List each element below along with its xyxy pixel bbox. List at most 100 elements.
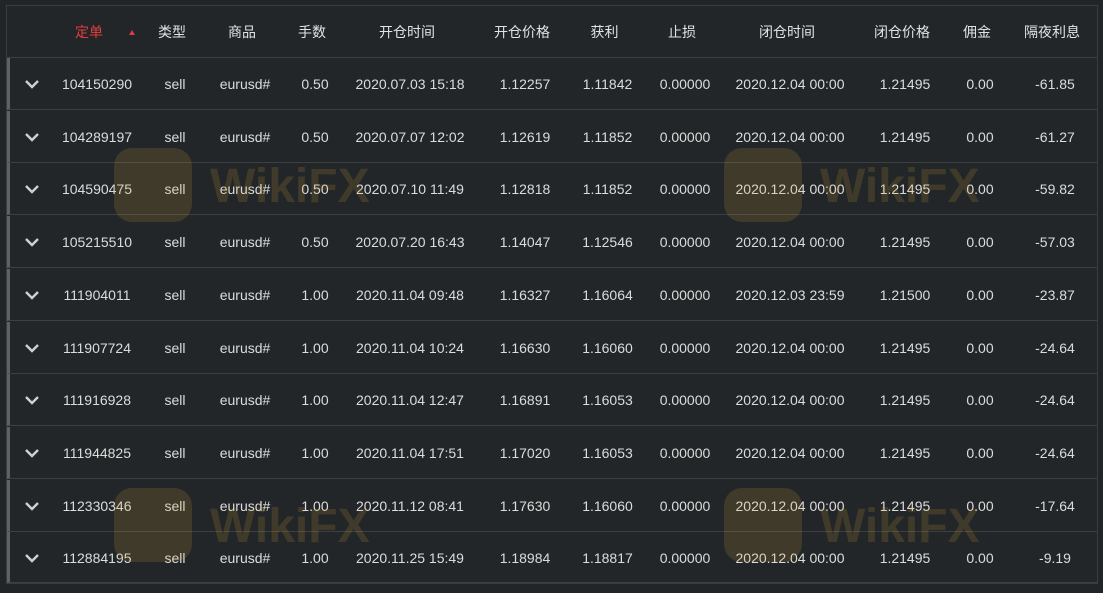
cell-profit: 1.18817 (582, 550, 633, 567)
chevron-down-icon[interactable] (24, 445, 40, 461)
cell-open-time: 2020.07.03 15:18 (355, 76, 465, 92)
cell-open-time: 2020.07.10 11:49 (356, 181, 464, 198)
chevron-down-icon[interactable] (24, 550, 40, 566)
cell-open-time: 2020.11.04 10:24 (356, 339, 464, 356)
column-header-order[interactable]: 定单 (67, 6, 111, 58)
cell-open-price: 1.16891 (499, 392, 551, 409)
cell-lots: 1.00 (301, 550, 329, 567)
cell-symbol: eurusd# (219, 181, 271, 198)
cell-order: 104150290 (61, 76, 133, 92)
chevron-down-icon[interactable] (24, 287, 40, 303)
chevron-down-icon[interactable] (24, 181, 40, 197)
column-header-symbol[interactable]: 商品 (207, 6, 277, 58)
cell-close-price: 1.21495 (879, 181, 931, 198)
column-header-close-time[interactable]: 闭仓时间 (722, 6, 852, 58)
cell-order: 104289197 (61, 128, 133, 145)
table-row[interactable]: 104150290 sell eurusd# 0.50 2020.07.03 1… (7, 58, 1097, 110)
cell-open-price: 1.18984 (499, 550, 551, 567)
column-header-type[interactable]: 类型 (147, 6, 197, 58)
table-row[interactable]: 104590475 sell eurusd# 0.50 2020.07.10 1… (7, 163, 1097, 216)
cell-close-time: 2020.12.04 00:00 (735, 444, 845, 461)
cell-open-price: 1.14047 (499, 234, 551, 251)
cell-order: 104590475 (61, 181, 133, 198)
table-row[interactable]: 111916928 sell eurusd# 1.00 2020.11.04 1… (7, 374, 1097, 427)
cell-commission: 0.00 (966, 497, 994, 514)
cell-close-time: 2020.12.04 00:00 (735, 392, 845, 409)
chevron-down-icon[interactable] (24, 234, 40, 250)
cell-order: 111944825 (63, 444, 131, 461)
cell-open-time: 2020.07.20 16:43 (355, 234, 465, 251)
chevron-down-icon[interactable] (24, 498, 40, 514)
cell-close-price: 1.21495 (879, 550, 931, 567)
cell-close-time: 2020.12.03 23:59 (735, 286, 845, 303)
table-row[interactable]: 104289197 sell eurusd# 0.50 2020.07.07 1… (7, 110, 1097, 163)
cell-open-price: 1.12818 (499, 181, 551, 198)
table-row[interactable]: 111907724 sell eurusd# 1.00 2020.11.04 1… (7, 321, 1097, 374)
cell-swap: -61.27 (1035, 128, 1075, 145)
cell-close-time: 2020.12.04 00:00 (735, 550, 845, 567)
cell-stop-loss: 0.00000 (659, 76, 711, 92)
table-row[interactable]: 111944825 sell eurusd# 1.00 2020.11.04 1… (7, 426, 1097, 479)
cell-commission: 0.00 (966, 392, 994, 409)
cell-type: sell (164, 444, 186, 461)
cell-commission: 0.00 (966, 286, 994, 303)
table-row[interactable]: 111904011 sell eurusd# 1.00 2020.11.04 0… (7, 268, 1097, 321)
cell-profit: 1.16053 (582, 444, 633, 461)
cell-close-price: 1.21495 (879, 497, 931, 514)
cell-open-price: 1.17020 (499, 444, 551, 461)
chevron-down-icon[interactable] (24, 392, 40, 408)
cell-lots: 0.50 (301, 181, 329, 198)
chevron-down-icon[interactable] (24, 129, 40, 145)
cell-close-time: 2020.12.04 00:00 (735, 76, 845, 92)
chevron-down-icon[interactable] (24, 76, 40, 92)
cell-stop-loss: 0.00000 (659, 444, 711, 461)
column-header-stop-loss[interactable]: 止损 (647, 6, 717, 58)
cell-order: 112330346 (62, 497, 132, 514)
column-header-lots[interactable]: 手数 (287, 6, 337, 58)
cell-close-price: 1.21495 (879, 444, 931, 461)
cell-type: sell (164, 128, 186, 145)
chevron-down-icon[interactable] (24, 340, 40, 356)
cell-open-price: 1.17630 (499, 497, 551, 514)
column-header-open-time[interactable]: 开仓时间 (342, 6, 472, 58)
column-header-open-price[interactable]: 开仓价格 (482, 6, 562, 58)
cell-stop-loss: 0.00000 (659, 550, 711, 567)
cell-symbol: eurusd# (219, 444, 271, 461)
cell-open-price: 1.12619 (499, 128, 551, 145)
table-row[interactable]: 112884195 sell eurusd# 1.00 2020.11.25 1… (7, 532, 1097, 584)
cell-profit: 1.16060 (582, 497, 633, 514)
cell-swap: -23.87 (1035, 286, 1075, 303)
cell-open-time: 2020.11.04 09:48 (356, 286, 464, 303)
cell-swap: -59.82 (1035, 181, 1075, 198)
cell-swap: -24.64 (1035, 392, 1075, 409)
orders-table: 定单 类型 商品 手数 开仓时间 开仓价格 获利 止损 闭仓时间 闭仓价格 佣金… (6, 5, 1098, 584)
cell-stop-loss: 0.00000 (659, 286, 711, 303)
cell-profit: 1.11852 (582, 128, 633, 145)
cell-type: sell (164, 76, 186, 92)
cell-stop-loss: 0.00000 (659, 128, 711, 145)
table-row[interactable]: 105215510 sell eurusd# 0.50 2020.07.20 1… (7, 216, 1097, 269)
cell-open-time: 2020.11.12 08:41 (356, 497, 464, 514)
column-header-profit[interactable]: 获利 (567, 6, 642, 58)
column-header-commission[interactable]: 佣金 (952, 6, 1002, 58)
cell-close-price: 1.21495 (879, 392, 931, 409)
column-header-swap[interactable]: 隔夜利息 (1012, 6, 1092, 58)
cell-stop-loss: 0.00000 (659, 234, 711, 251)
cell-type: sell (164, 497, 186, 514)
cell-swap: -24.64 (1035, 444, 1075, 461)
cell-symbol: eurusd# (219, 234, 271, 251)
cell-symbol: eurusd# (219, 339, 271, 356)
table-row[interactable]: 112330346 sell eurusd# 1.00 2020.11.12 0… (7, 479, 1097, 532)
cell-swap: -61.85 (1035, 76, 1075, 92)
cell-type: sell (164, 234, 186, 251)
column-header-close-price[interactable]: 闭仓价格 (862, 6, 942, 58)
cell-close-price: 1.21495 (879, 76, 931, 92)
cell-profit: 1.16053 (582, 392, 633, 409)
cell-symbol: eurusd# (219, 128, 271, 145)
cell-type: sell (164, 181, 186, 198)
cell-close-time: 2020.12.04 00:00 (735, 497, 845, 514)
cell-commission: 0.00 (966, 339, 994, 356)
sort-asc-icon[interactable] (129, 30, 135, 35)
cell-swap: -57.03 (1035, 234, 1075, 251)
cell-lots: 1.00 (301, 497, 329, 514)
